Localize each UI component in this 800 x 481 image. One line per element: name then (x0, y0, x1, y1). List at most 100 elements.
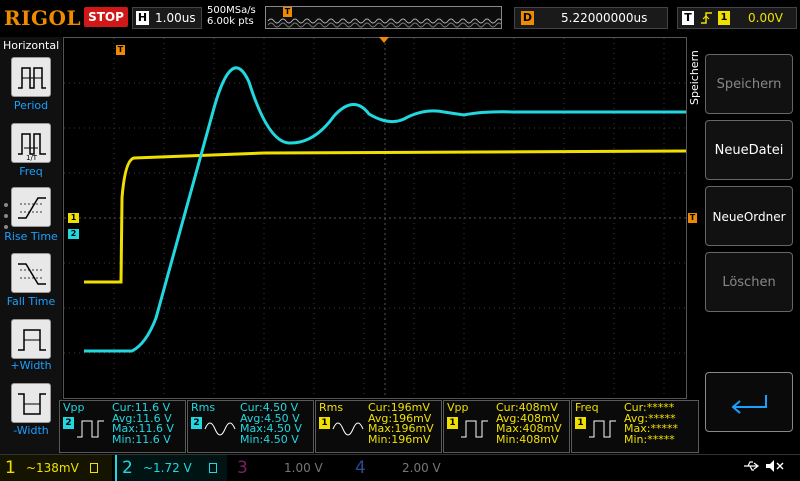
sine-icon (332, 417, 364, 444)
ch2-scale: 1.72 V (153, 461, 192, 475)
delay-value: 5.22000000us (561, 11, 648, 25)
ch3-status[interactable]: 3 1.00 V (232, 455, 342, 481)
min-value: Min:408mV (496, 432, 559, 446)
sample-rate: 500MSa/s (207, 5, 256, 16)
measurement-channel: 1 (319, 417, 330, 429)
memory-overview-waveform (266, 7, 501, 28)
fall-time-icon (18, 263, 46, 285)
speaker-muted-icon (765, 459, 785, 477)
ch2-offset-marker[interactable]: 2 (68, 229, 79, 239)
ch2-status[interactable]: 2 ~ 1.72 V (115, 455, 227, 481)
min-value: Min:***** (624, 432, 675, 446)
horizontal-label: H (136, 11, 149, 25)
ch2-bandwidth-icon (209, 463, 217, 473)
save-button[interactable]: Speichern (705, 54, 793, 114)
measurement-channel: 2 (63, 417, 74, 429)
min-value: Min:196mV (368, 432, 431, 446)
pulse-icon (460, 417, 490, 444)
measurement-box[interactable]: Freq 1 Cur:***** Avg:***** Max:***** Min:**… (571, 400, 699, 453)
waveform-display[interactable] (63, 37, 687, 399)
period-icon (18, 67, 46, 89)
measurement-box[interactable]: Rms 2 Cur:4.50 V Avg:4.50 V Max:4.50 V Min:… (187, 400, 314, 453)
sine-icon (204, 417, 236, 444)
positive-width-button[interactable] (11, 319, 51, 359)
rise-time-label: Rise Time (4, 230, 58, 243)
measurement-name: Rms (319, 401, 344, 414)
measurement-values: Cur:11.6 V Avg:11.6 V Max:11.6 V Min:11.6 V (112, 402, 174, 446)
ch1-scale: 138mV (36, 461, 79, 475)
usb-icon (742, 459, 760, 477)
measurement-name: Vpp (63, 401, 85, 414)
delete-button[interactable]: Löschen (705, 252, 793, 312)
measurement-name: Rms (191, 401, 216, 414)
trigger-label: T (682, 11, 694, 25)
ch1-trace (84, 149, 687, 284)
positive-width-icon (18, 329, 46, 351)
min-value: Min:4.50 V (240, 432, 299, 446)
measurement-values: Cur:***** Avg:***** Max:***** Min:***** (624, 402, 678, 446)
ch4-scale: 2.00 V (402, 461, 441, 475)
run-stop-status[interactable]: STOP (84, 7, 128, 27)
ch3-number: 3 (237, 458, 248, 478)
menu-title: Horizontal (3, 39, 60, 52)
ch4-status[interactable]: 4 2.00 V (350, 455, 460, 481)
fall-time-button[interactable] (11, 253, 51, 293)
ch3-scale: 1.00 V (284, 461, 323, 475)
return-arrow-icon (731, 395, 767, 414)
svg-text:1/T: 1/T (26, 154, 38, 162)
rigol-logo: RIGOL (4, 6, 82, 30)
ch1-status[interactable]: 1 ~ 138mV (0, 455, 112, 481)
trigger-horizontal-marker[interactable]: T (116, 45, 125, 55)
timebase-value: 1.00us (155, 11, 196, 25)
rise-time-icon (18, 197, 46, 219)
ch2-number: 2 (122, 458, 133, 478)
trigger-level-value: 0.00V (748, 11, 783, 25)
freq-icon: 1/T (18, 133, 46, 162)
pulse-icon (588, 417, 618, 444)
save-menu-title: Speichern (688, 50, 701, 106)
period-button[interactable] (11, 57, 51, 97)
ch1-number: 1 (5, 458, 16, 478)
pulse-icon (76, 417, 106, 444)
measurement-name: Vpp (447, 401, 469, 414)
ch1-bandwidth-icon (90, 463, 98, 473)
measurement-channel: 2 (191, 417, 202, 429)
negative-width-button[interactable] (11, 383, 51, 423)
back-button[interactable] (705, 372, 793, 432)
measure-menu: Horizontal Period 1/T Freq Rise Time Fal… (0, 37, 62, 454)
measurement-name: Freq (575, 401, 599, 414)
timebase-box[interactable]: H 1.00us (132, 7, 202, 29)
negative-width-icon (18, 393, 46, 415)
trigger-level-marker[interactable]: T (688, 213, 697, 223)
memory-overview-bar[interactable] (265, 6, 502, 29)
memory-depth: 6.00k pts (207, 16, 254, 27)
measurement-values: Cur:4.50 V Avg:4.50 V Max:4.50 V Min:4.50 V (240, 402, 302, 446)
ch2-coupling-icon: ~ (143, 461, 154, 475)
new-file-button[interactable]: NeueDatei (705, 120, 793, 180)
measurement-values: Cur:408mV Avg:408mV Max:408mV Min:408mV (496, 402, 562, 446)
new-folder-button[interactable]: NeueOrdner (705, 186, 793, 246)
min-value: Min:11.6 V (112, 432, 171, 446)
delay-box[interactable]: D 5.22000000us (514, 7, 668, 29)
measurement-channel: 1 (447, 417, 458, 429)
acquisition-info: 500MSa/s 6.00k pts (207, 5, 256, 27)
top-status-bar: RIGOL STOP H 1.00us 500MSa/s 6.00k pts T… (0, 0, 800, 37)
rise-time-button[interactable] (11, 187, 51, 227)
measurement-box[interactable]: Rms 1 Cur:196mV Avg:196mV Max:196mV Min:196… (315, 400, 442, 453)
negative-width-label: -Width (13, 424, 49, 437)
freq-label: Freq (19, 165, 43, 178)
measurement-channel: 1 (575, 417, 586, 429)
rising-edge-icon (700, 10, 714, 30)
trigger-box[interactable]: T 1 0.00V (677, 7, 797, 29)
ch1-offset-marker[interactable]: 1 (68, 213, 79, 223)
ch1-coupling-icon: ~ (26, 461, 37, 475)
measurement-values: Cur:196mV Avg:196mV Max:196mV Min:196mV (368, 402, 434, 446)
fall-time-label: Fall Time (6, 295, 56, 308)
measurement-box[interactable]: Vpp 2 Cur:11.6 V Avg:11.6 V Max:11.6 V Min:… (59, 400, 186, 453)
trigger-position-icon: T (283, 7, 292, 17)
center-delay-marker-icon (379, 37, 389, 43)
freq-button[interactable]: 1/T (11, 123, 51, 163)
measurement-box[interactable]: Vpp 1 Cur:408mV Avg:408mV Max:408mV Min:408… (443, 400, 570, 453)
trigger-source-channel: 1 (718, 11, 730, 25)
ch4-number: 4 (355, 458, 366, 478)
